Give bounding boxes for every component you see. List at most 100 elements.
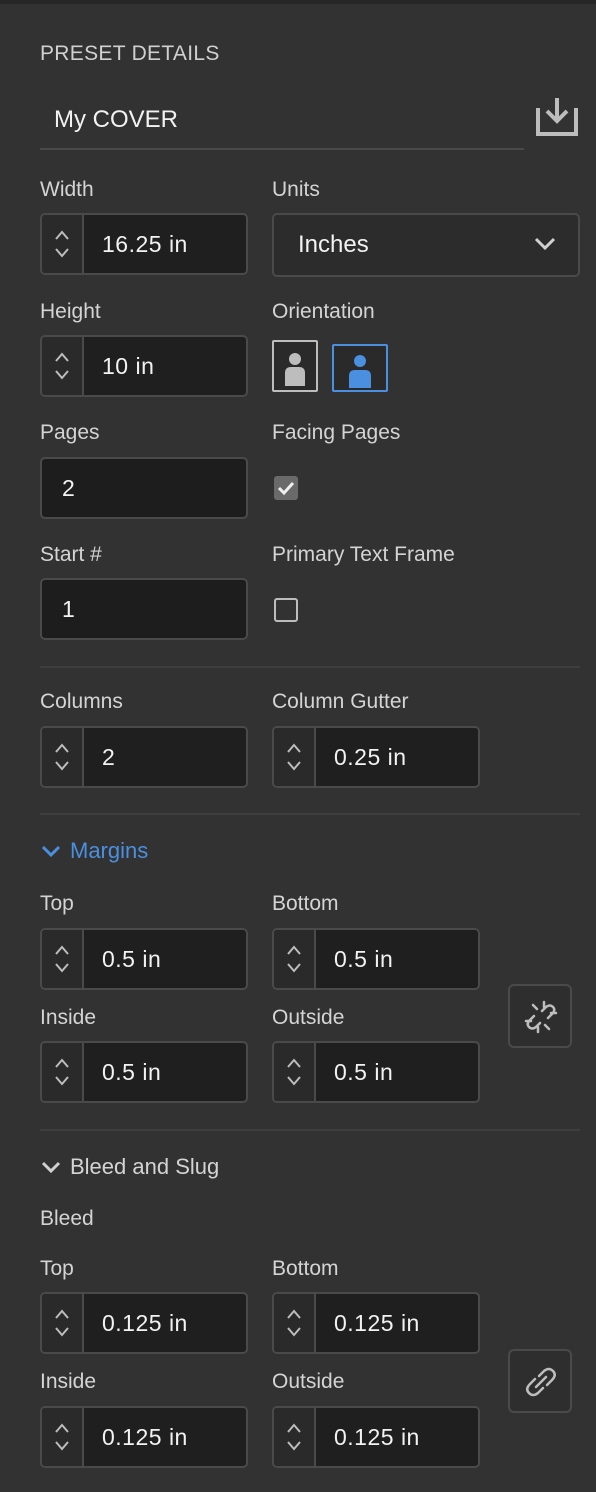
pages-label: Pages xyxy=(40,421,100,444)
margins-section-toggle[interactable]: Margins xyxy=(40,838,148,864)
bleed-outside-value: 0.125 in xyxy=(334,1424,420,1450)
margin-outside-stepper[interactable] xyxy=(274,1043,316,1101)
bleed-bottom-field[interactable]: 0.125 in xyxy=(272,1292,480,1354)
stepper-down-icon[interactable] xyxy=(54,369,70,381)
stepper-down-icon[interactable] xyxy=(54,1075,70,1087)
pages-value: 2 xyxy=(62,475,76,501)
margins-title: Margins xyxy=(70,838,149,863)
panel-top-border xyxy=(0,0,596,4)
stepper-down-icon[interactable] xyxy=(54,247,70,259)
stepper-down-icon[interactable] xyxy=(286,760,302,772)
columns-value: 2 xyxy=(102,744,116,770)
facing-pages-checkbox[interactable] xyxy=(274,476,298,500)
start-label: Start # xyxy=(40,543,102,566)
chevron-down-icon xyxy=(534,237,556,251)
link-icon xyxy=(526,1367,556,1397)
bleed-bottom-label: Bottom xyxy=(272,1257,339,1280)
stepper-up-icon[interactable] xyxy=(54,351,70,363)
column-gutter-field[interactable]: 0.25 in xyxy=(272,726,480,788)
width-stepper[interactable] xyxy=(42,215,84,273)
bleed-top-stepper[interactable] xyxy=(42,1294,84,1352)
margin-inside-stepper[interactable] xyxy=(42,1043,84,1101)
stepper-down-icon[interactable] xyxy=(286,1326,302,1338)
margin-bottom-label: Bottom xyxy=(272,892,339,915)
stepper-up-icon[interactable] xyxy=(286,1422,302,1434)
stepper-down-icon[interactable] xyxy=(54,1440,70,1452)
landscape-person-icon xyxy=(349,355,371,388)
margin-top-stepper[interactable] xyxy=(42,930,84,988)
height-label: Height xyxy=(40,300,101,323)
columns-field[interactable]: 2 xyxy=(40,726,248,788)
margin-outside-field[interactable]: 0.5 in xyxy=(272,1041,480,1103)
stepper-down-icon[interactable] xyxy=(54,962,70,974)
bleed-inside-stepper[interactable] xyxy=(42,1408,84,1466)
primary-text-frame-label: Primary Text Frame xyxy=(272,543,455,566)
bleed-top-field[interactable]: 0.125 in xyxy=(40,1292,248,1354)
stepper-up-icon[interactable] xyxy=(286,944,302,956)
portrait-person-icon xyxy=(278,346,312,388)
chevron-down-icon xyxy=(41,1161,61,1174)
units-value: Inches xyxy=(298,231,369,258)
margin-bottom-value: 0.5 in xyxy=(334,946,394,972)
stepper-up-icon[interactable] xyxy=(54,742,70,754)
bleed-inside-field[interactable]: 0.125 in xyxy=(40,1406,248,1468)
bleed-inside-value: 0.125 in xyxy=(102,1424,188,1450)
stepper-down-icon[interactable] xyxy=(286,962,302,974)
margin-outside-label: Outside xyxy=(272,1006,345,1029)
bleed-label: Bleed xyxy=(40,1207,94,1230)
stepper-up-icon[interactable] xyxy=(54,229,70,241)
stepper-up-icon[interactable] xyxy=(54,1057,70,1069)
column-gutter-value: 0.25 in xyxy=(334,744,407,770)
bleed-link-toggle[interactable] xyxy=(508,1349,572,1413)
column-gutter-stepper[interactable] xyxy=(274,728,316,786)
divider xyxy=(40,1129,580,1131)
start-page-field[interactable]: 1 xyxy=(40,578,248,640)
units-label: Units xyxy=(272,178,320,201)
stepper-up-icon[interactable] xyxy=(286,1057,302,1069)
stepper-up-icon[interactable] xyxy=(54,944,70,956)
divider xyxy=(40,813,580,815)
stepper-down-icon[interactable] xyxy=(286,1440,302,1452)
columns-stepper[interactable] xyxy=(42,728,84,786)
height-field[interactable]: 10 in xyxy=(40,335,248,397)
pages-field[interactable]: 2 xyxy=(40,457,248,519)
landscape-orientation-button[interactable] xyxy=(332,344,388,392)
primary-text-frame-checkbox[interactable] xyxy=(274,598,298,622)
width-value: 16.25 in xyxy=(102,231,188,257)
margin-inside-label: Inside xyxy=(40,1006,97,1029)
margin-bottom-field[interactable]: 0.5 in xyxy=(272,928,480,990)
stepper-up-icon[interactable] xyxy=(286,742,302,754)
orientation-label: Orientation xyxy=(272,300,375,323)
bleed-slug-section-toggle[interactable]: Bleed and Slug xyxy=(40,1154,219,1180)
stepper-down-icon[interactable] xyxy=(54,760,70,772)
save-preset-icon[interactable] xyxy=(534,96,580,138)
margin-top-label: Top xyxy=(40,892,74,915)
portrait-orientation-button[interactable] xyxy=(272,340,318,392)
bleed-bottom-stepper[interactable] xyxy=(274,1294,316,1352)
margin-inside-value: 0.5 in xyxy=(102,1059,162,1085)
margin-top-value: 0.5 in xyxy=(102,946,162,972)
stepper-down-icon[interactable] xyxy=(286,1075,302,1087)
height-stepper[interactable] xyxy=(42,337,84,395)
margins-link-toggle[interactable] xyxy=(508,984,572,1048)
units-dropdown[interactable]: Inches xyxy=(272,213,580,277)
height-value: 10 in xyxy=(102,353,155,379)
bleed-outside-field[interactable]: 0.125 in xyxy=(272,1406,480,1468)
margin-inside-field[interactable]: 0.5 in xyxy=(40,1041,248,1103)
bleed-top-value: 0.125 in xyxy=(102,1310,188,1336)
width-field[interactable]: 16.25 in xyxy=(40,213,248,275)
stepper-up-icon[interactable] xyxy=(54,1422,70,1434)
stepper-up-icon[interactable] xyxy=(54,1308,70,1320)
margin-top-field[interactable]: 0.5 in xyxy=(40,928,248,990)
bleed-bottom-value: 0.125 in xyxy=(334,1310,420,1336)
facing-pages-label: Facing Pages xyxy=(272,421,401,444)
bleed-top-label: Top xyxy=(40,1257,74,1280)
stepper-up-icon[interactable] xyxy=(286,1308,302,1320)
unlink-icon xyxy=(524,1000,558,1034)
preset-name-input[interactable] xyxy=(40,92,524,150)
stepper-down-icon[interactable] xyxy=(54,1326,70,1338)
bleed-outside-stepper[interactable] xyxy=(274,1408,316,1466)
preset-details-title: PRESET DETAILS xyxy=(40,42,220,65)
margin-bottom-stepper[interactable] xyxy=(274,930,316,988)
columns-label: Columns xyxy=(40,690,123,713)
